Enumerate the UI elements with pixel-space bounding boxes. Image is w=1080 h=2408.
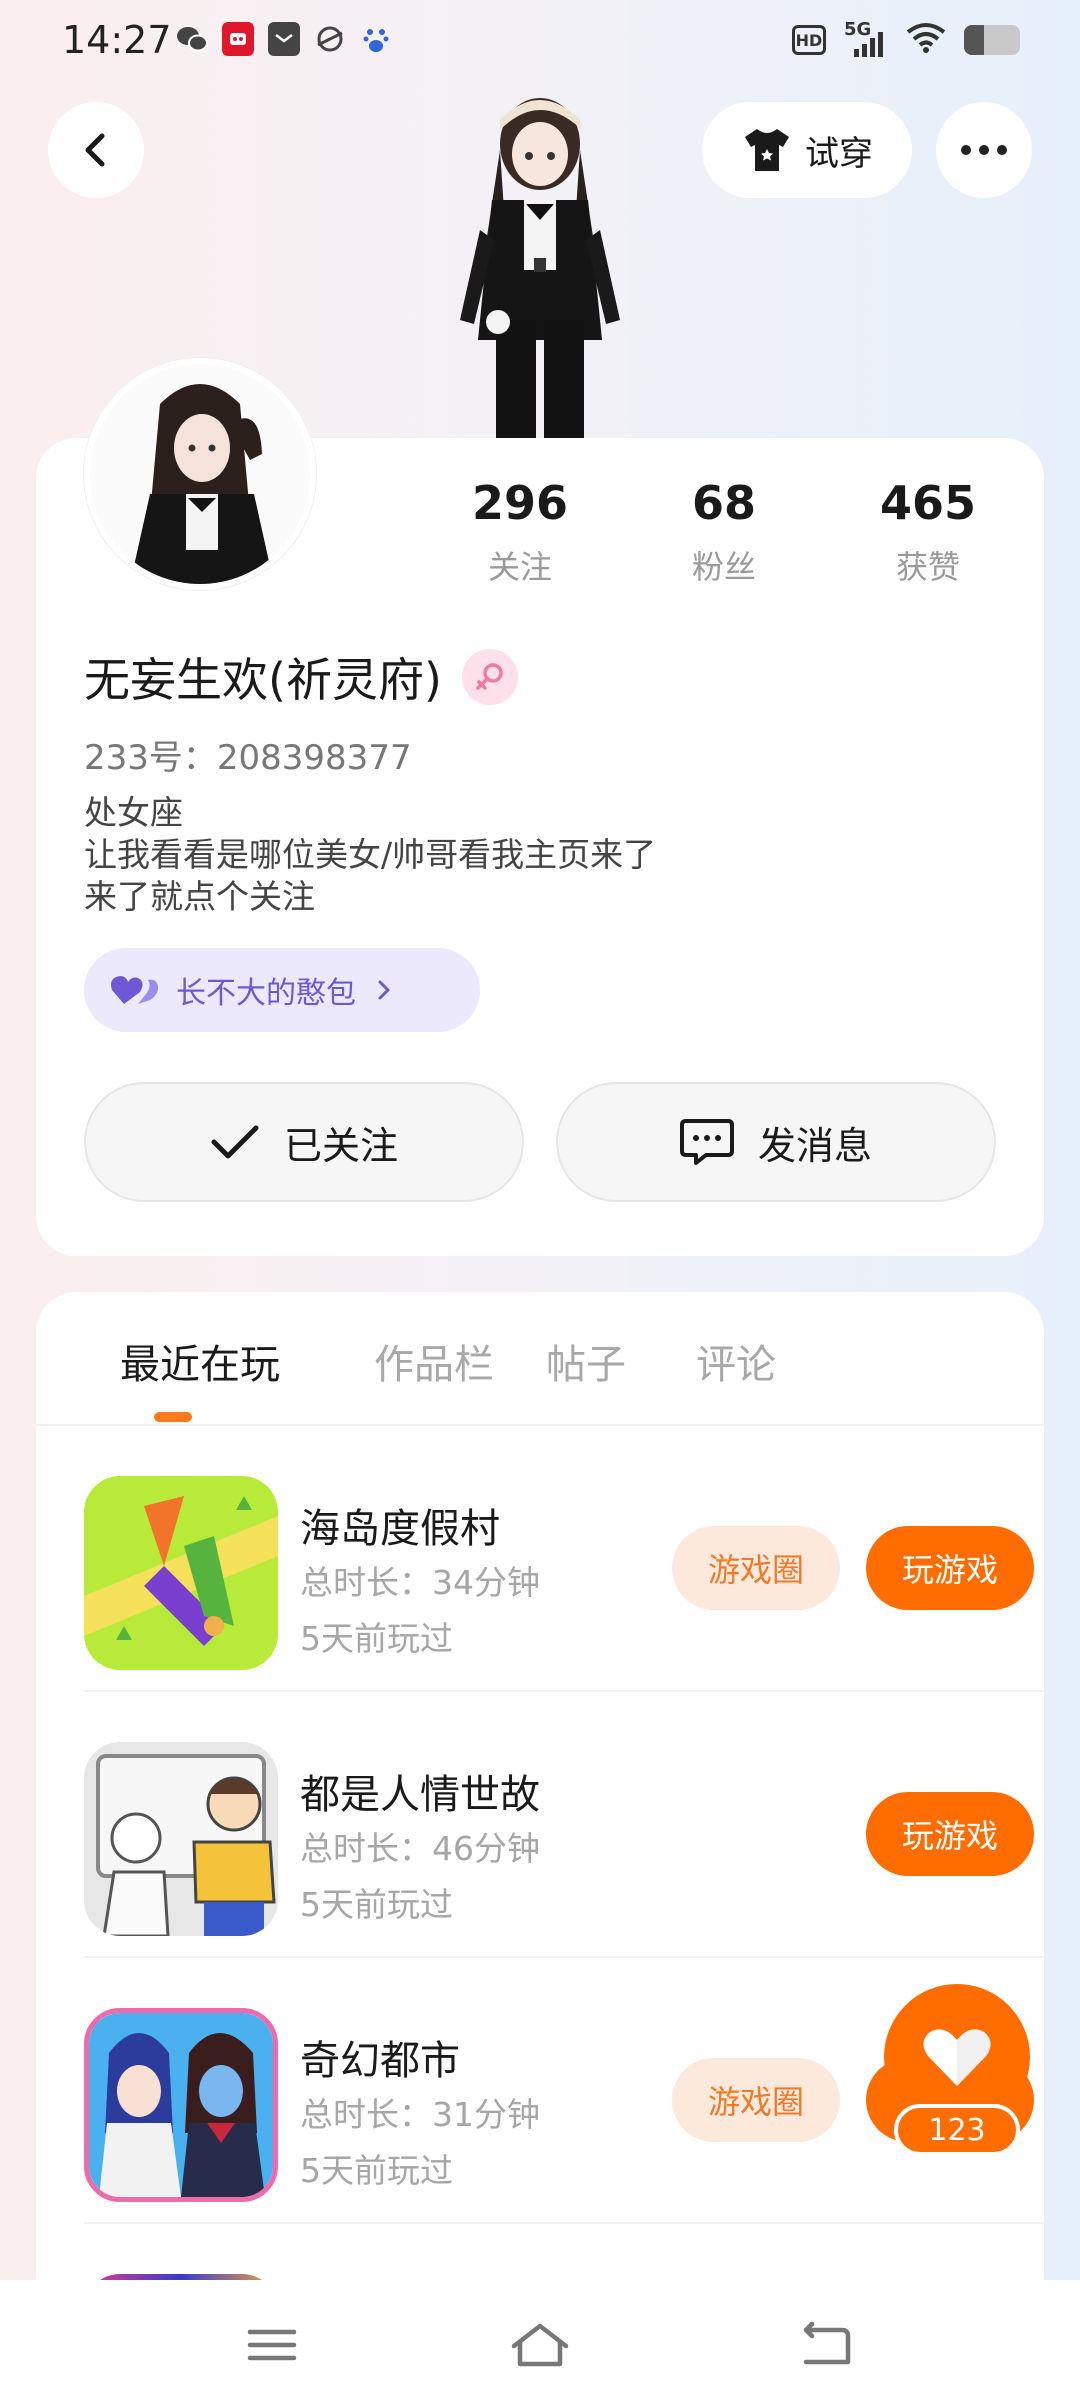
heart-icon xyxy=(923,2029,991,2086)
game-name: 海岛度假村 xyxy=(300,1506,500,1552)
stat-following[interactable]: 296 关注 xyxy=(440,476,600,588)
profile-tabs: 最近在玩 作品栏 帖子 评论 xyxy=(84,1332,1024,1432)
stat-following-label: 关注 xyxy=(487,548,552,586)
battery-icon xyxy=(964,25,1020,55)
chevron-right-icon xyxy=(378,980,390,1000)
chat-bubble-icon xyxy=(679,1119,734,1165)
like-count: 123 xyxy=(894,2104,1020,2156)
tab-comments[interactable]: 评论 xyxy=(696,1332,776,1390)
try-on-button[interactable]: 试穿 xyxy=(702,102,912,198)
planet-icon xyxy=(314,22,346,56)
game-icon-island-resort[interactable] xyxy=(84,1476,278,1670)
back-nav-icon[interactable] xyxy=(796,2320,856,2370)
bio-line: 来了就点个关注 xyxy=(84,877,315,916)
profile-stats: 296 关注 68 粉丝 465 获赞 xyxy=(440,476,1040,596)
game-duration: 总时长：34分钟 xyxy=(300,1563,540,1602)
chevron-left-icon xyxy=(85,133,105,167)
bio-line: 处女座 xyxy=(84,793,183,832)
stat-likes[interactable]: 465 获赞 xyxy=(848,476,1008,588)
active-tab-indicator xyxy=(154,1412,192,1422)
wifi-icon xyxy=(906,22,946,58)
character-avatar-figure xyxy=(420,80,660,440)
stat-followers[interactable]: 68 粉丝 xyxy=(644,476,804,588)
game-circle-button[interactable]: 游戏圈 xyxy=(672,1526,840,1610)
bio: 处女座 让我看看是哪位美女/帅哥看我主页来了 来了就点个关注 xyxy=(84,792,656,918)
tab-recently-played[interactable]: 最近在玩 xyxy=(120,1332,280,1390)
wechat-icon xyxy=(176,22,208,56)
game-last-played: 5天前玩过 xyxy=(300,1885,453,1924)
status-indicators: HD 5G xyxy=(792,19,1020,58)
user-id: 233号：208398377 xyxy=(84,738,412,778)
play-game-button[interactable]: 玩游戏 xyxy=(866,1526,1034,1610)
game-name: 都是人情世故 xyxy=(300,1772,540,1818)
mail-icon xyxy=(268,22,300,56)
stat-likes-count: 465 xyxy=(879,476,977,530)
game-last-played: 5天前玩过 xyxy=(300,2151,453,2190)
tab-posts[interactable]: 帖子 xyxy=(546,1332,626,1390)
menu-icon[interactable] xyxy=(242,2320,302,2370)
stat-following-count: 296 xyxy=(471,476,569,530)
game-last-played: 5天前玩过 xyxy=(300,1619,453,1658)
more-options-button[interactable] xyxy=(936,102,1032,198)
game-name: 奇幻都市 xyxy=(300,2038,460,2084)
game-row[interactable]: 海岛度假村 总时长：34分钟 5天前玩过 游戏圈 玩游戏 xyxy=(84,1426,1044,1692)
battery-level xyxy=(964,25,984,55)
stat-followers-label: 粉丝 xyxy=(691,548,756,586)
baidu-icon xyxy=(360,22,392,56)
game-icon-fantasy-city[interactable] xyxy=(84,2008,278,2202)
bio-line: 让我看看是哪位美女/帅哥看我主页来了 xyxy=(84,835,657,874)
family-group-chip[interactable]: 长不大的憨包 xyxy=(84,948,480,1032)
check-icon xyxy=(211,1125,259,1159)
username: 无妄生欢(祈灵府) xyxy=(84,653,442,707)
game-row[interactable]: 都是人情世故 总时长：46分钟 5天前玩过 玩游戏 xyxy=(84,1692,1044,1958)
send-message-button[interactable]: 发消息 xyxy=(556,1082,996,1202)
signal-icon: 5G xyxy=(844,19,888,57)
username-row: 无妄生欢(祈灵府) xyxy=(84,644,518,710)
family-group-label: 长不大的憨包 xyxy=(176,976,356,1011)
game-duration: 总时长：31分钟 xyxy=(300,2095,540,2134)
play-game-button[interactable]: 玩游戏 xyxy=(866,1792,1034,1876)
stat-likes-label: 获赞 xyxy=(895,548,960,586)
stat-followers-count: 68 xyxy=(691,476,756,530)
tab-works[interactable]: 作品栏 xyxy=(374,1332,494,1390)
tshirt-icon xyxy=(745,129,789,171)
game-circle-button[interactable]: 游戏圈 xyxy=(672,2058,840,2142)
followed-label: 已关注 xyxy=(283,1123,398,1168)
send-message-label: 发消息 xyxy=(757,1123,872,1168)
avatar[interactable] xyxy=(84,358,316,590)
double-heart-icon xyxy=(111,976,159,1004)
games-card: 最近在玩 作品栏 帖子 评论 海岛度假村 总时长：34分钟 5天前玩过 游戏圈 … xyxy=(36,1292,1044,2408)
status-time: 14:27 xyxy=(62,18,172,62)
tmall-icon xyxy=(222,22,254,56)
back-button[interactable] xyxy=(48,102,144,198)
home-icon[interactable] xyxy=(508,2320,569,2370)
followed-button[interactable]: 已关注 xyxy=(84,1082,524,1202)
game-duration: 总时长：46分钟 xyxy=(300,1829,540,1868)
status-bar: 14:27 HD 5G xyxy=(0,0,1080,84)
try-on-label: 试穿 xyxy=(805,133,873,174)
female-gender-icon xyxy=(461,649,518,705)
status-app-icons xyxy=(176,22,392,56)
system-nav-bar xyxy=(0,2280,1080,2408)
game-icon-social-etiquette[interactable] xyxy=(84,1742,278,1936)
hd-badge: HD xyxy=(792,25,826,55)
more-dots-icon xyxy=(961,145,971,155)
